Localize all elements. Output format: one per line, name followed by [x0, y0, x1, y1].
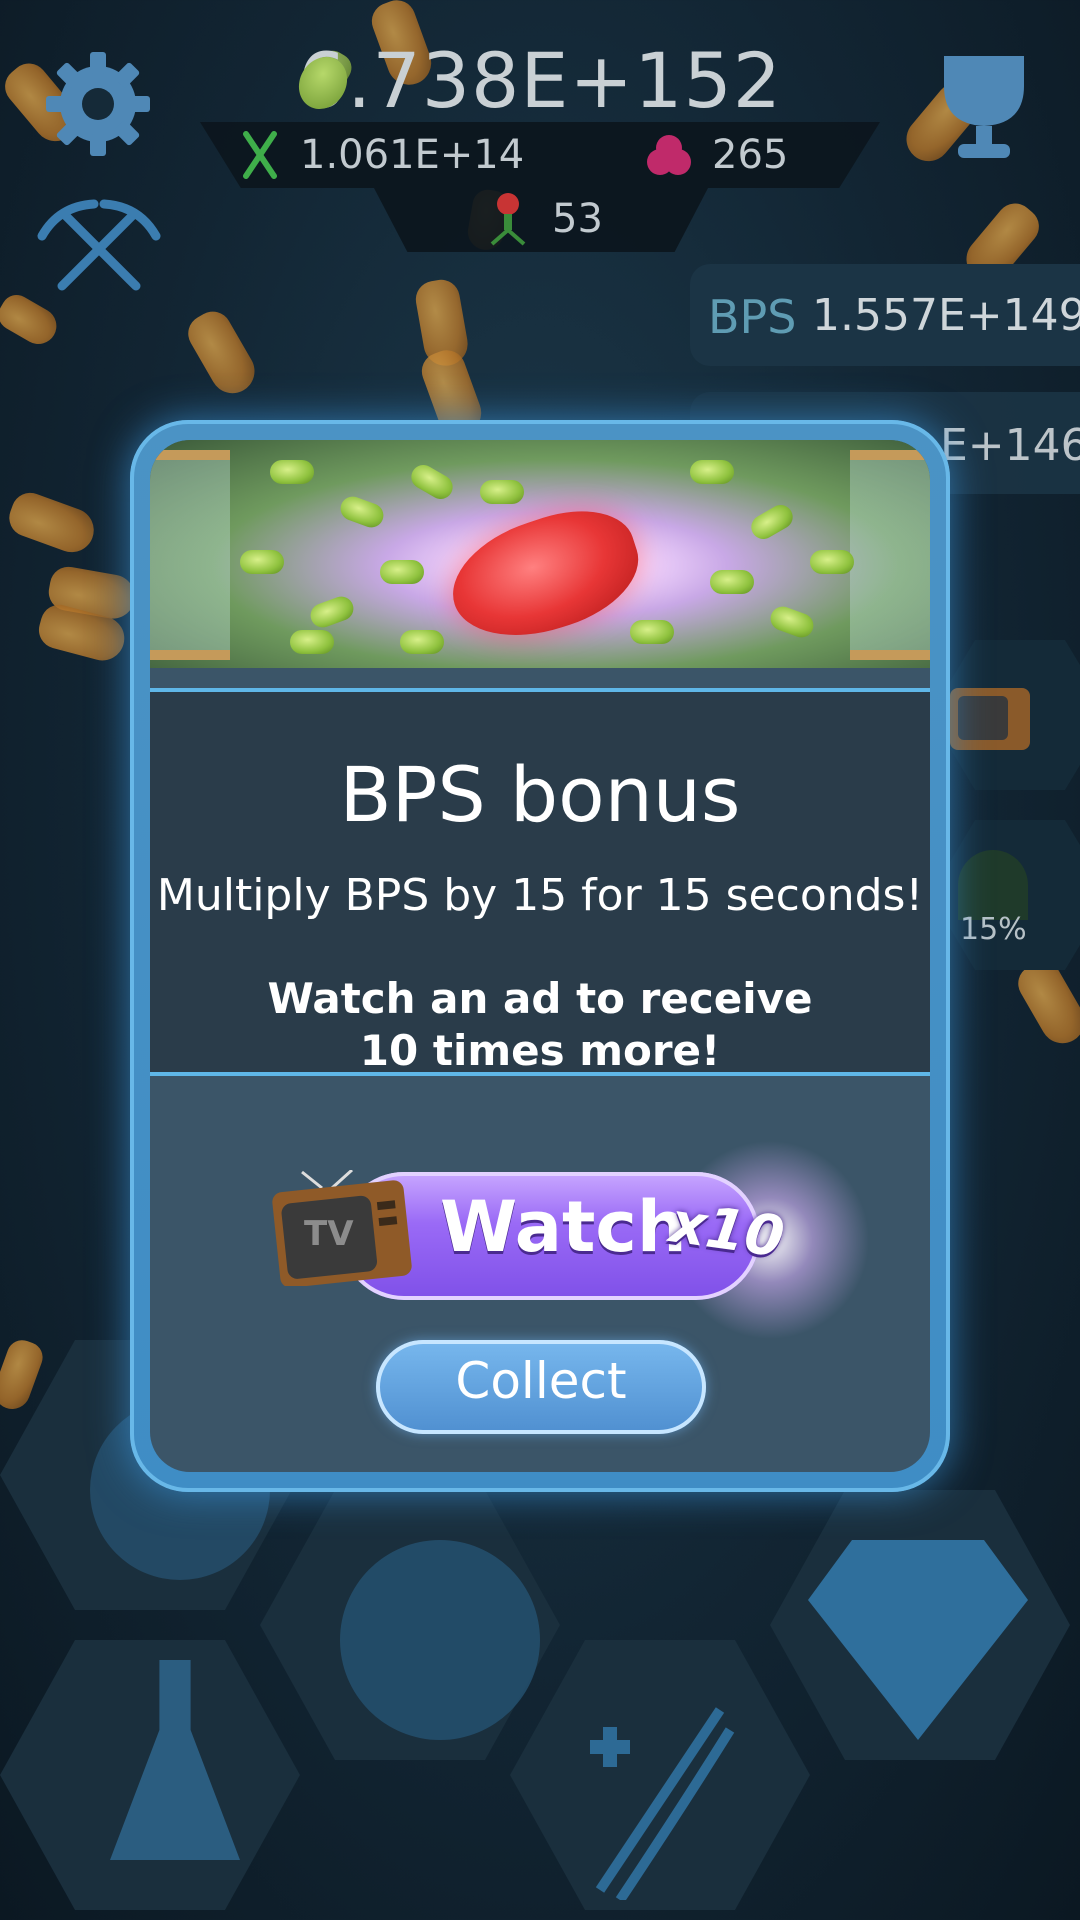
hourglass-right — [850, 450, 930, 660]
red-bacterium — [437, 493, 653, 657]
bacterium[interactable] — [4, 487, 100, 559]
bps-label: BPS — [708, 290, 797, 344]
dna-upgrade-icon — [580, 1700, 740, 1903]
hourglass-left — [150, 450, 230, 660]
collect-button-label[interactable]: Collect — [376, 1352, 706, 1410]
bonus-banner-image — [150, 440, 930, 668]
green-bacterium — [710, 570, 754, 594]
virus-count: 53 — [552, 196, 603, 242]
green-bacterium — [746, 500, 798, 544]
dna-count: 1.061E+14 — [300, 132, 525, 178]
secondary-rate-value: E+146 — [940, 420, 1080, 471]
tv-icon[interactable]: TV — [272, 1168, 412, 1288]
bps-bonus-dialog: BPS bonus Multiply BPS by 15 for 15 seco… — [130, 420, 950, 1492]
bacterium[interactable] — [0, 289, 63, 351]
green-bacterium — [767, 603, 817, 641]
pickaxes-icon — [37, 199, 161, 291]
virus-bar — [374, 188, 708, 252]
bacterium[interactable] — [181, 304, 263, 402]
collect-button[interactable]: Collect — [376, 1340, 706, 1434]
dialog-description: Multiply BPS by 15 for 15 seconds! — [156, 870, 924, 921]
bps-display[interactable]: BPS 1.557E+149 — [690, 264, 1080, 366]
tv-label: TV — [304, 1214, 354, 1254]
watch-button-label[interactable]: Watch — [440, 1186, 687, 1268]
green-bacterium — [240, 550, 284, 574]
green-bacterium — [406, 460, 458, 504]
green-bacterium — [480, 480, 524, 504]
plant-icon — [958, 850, 1028, 920]
green-bacterium — [307, 593, 357, 631]
mining-button[interactable] — [34, 196, 164, 296]
virus-icon — [486, 190, 530, 246]
gem-count: 265 — [712, 132, 789, 178]
green-bacterium — [380, 560, 424, 584]
green-bacterium — [690, 460, 734, 484]
green-bacterium — [630, 620, 674, 644]
main-bacteria-count: 6.738E+152 — [297, 36, 783, 125]
bps-value: 1.557E+149 — [812, 290, 1080, 341]
green-bacterium — [810, 550, 854, 574]
green-bacterium — [400, 630, 444, 654]
green-bacterium — [270, 460, 314, 484]
gear-upgrade-icon — [340, 1540, 540, 1740]
dialog-body: BPS bonus Multiply BPS by 15 for 15 seco… — [150, 440, 930, 1472]
green-bacterium — [337, 493, 387, 531]
gem-icon — [644, 134, 694, 178]
dna-icon — [240, 130, 280, 180]
growth-progress-label: 15% — [960, 912, 1027, 947]
dialog-title: BPS bonus — [339, 750, 741, 839]
ad-offer-line-2: 10 times more! — [359, 1026, 721, 1075]
ad-offer-line-1: Watch an ad to receive — [267, 974, 813, 1023]
bacterium[interactable] — [0, 1335, 47, 1415]
green-bacterium — [290, 630, 334, 654]
tv-icon — [950, 688, 1030, 750]
